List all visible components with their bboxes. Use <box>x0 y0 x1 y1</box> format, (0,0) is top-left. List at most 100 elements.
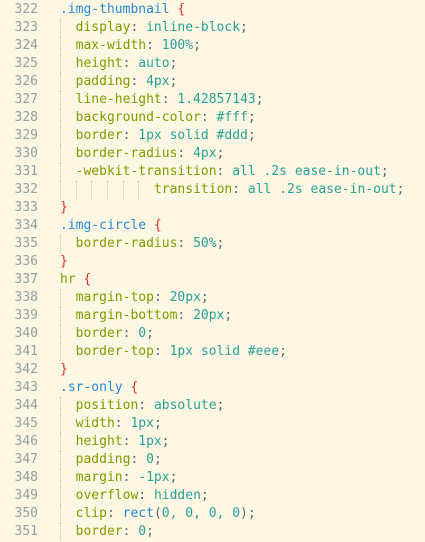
line-number: 326 <box>14 74 38 89</box>
line-number: 345 <box>14 416 38 431</box>
css-value: 1px solid #ddd <box>138 128 248 143</box>
css-punctuation: ; <box>380 164 389 179</box>
line-number: 332 <box>14 182 38 197</box>
code-line[interactable]: 322 .img-thumbnail { <box>0 1 425 19</box>
code-line[interactable]: 336} <box>0 253 425 271</box>
code-text: clip: rect(0, 0, 0, 0); <box>76 505 256 523</box>
line-number: 338 <box>14 290 38 305</box>
code-line[interactable]: 333} <box>0 199 425 217</box>
indent-guide <box>60 487 61 505</box>
code-text: max-width: 100%; <box>76 37 201 55</box>
css-punctuation: : <box>114 416 131 431</box>
css-punctuation: ; <box>193 38 201 53</box>
code-line[interactable]: 328 background-color: #fff; <box>0 109 425 127</box>
code-line[interactable]: 329 border: 1px solid #ddd; <box>0 127 425 145</box>
indent-guide <box>60 73 61 91</box>
code-line[interactable]: 346 height: 1px; <box>0 433 425 451</box>
css-value: 4px <box>193 146 217 161</box>
css-property: margin-top <box>75 290 154 305</box>
css-brace: } <box>60 254 68 269</box>
css-brace: } <box>60 362 68 377</box>
code-text: border-radius: 50%; <box>76 235 225 253</box>
code-line[interactable]: 323 display: inline-block; <box>0 19 425 37</box>
code-text: margin-bottom: 20px; <box>76 307 233 325</box>
line-number: 334 <box>14 218 38 233</box>
css-punctuation: : <box>138 398 154 413</box>
code-line[interactable]: 345 width: 1px; <box>0 415 425 433</box>
code-text: padding: 4px; <box>76 73 178 91</box>
css-function: rect <box>122 506 154 521</box>
css-punctuation: : <box>153 344 170 359</box>
code-line[interactable]: 326 padding: 4px; <box>0 73 425 91</box>
code-line[interactable]: 347 padding: 0; <box>0 451 425 469</box>
code-line[interactable]: 334 .img-circle { <box>0 217 425 235</box>
css-punctuation: : <box>122 524 139 539</box>
code-line[interactable]: 332 transition: all .2s ease-in-out; <box>0 181 425 199</box>
indent-guide <box>60 451 61 469</box>
css-punctuation: : <box>177 236 194 251</box>
css-value: 1.42857143 <box>177 92 256 107</box>
code-line[interactable]: 327 line-height: 1.42857143; <box>0 91 425 109</box>
code-text: padding: 0; <box>76 451 162 469</box>
css-property: padding <box>75 74 131 89</box>
css-property: border-radius <box>75 236 178 251</box>
line-number: 343 <box>14 380 38 395</box>
css-punctuation: : <box>122 434 139 449</box>
css-punctuation: ; <box>146 326 154 341</box>
code-text: border-radius: 4px; <box>76 145 225 163</box>
indent-guide <box>60 289 61 307</box>
indent-guide <box>60 415 61 433</box>
code-text: border: 1px solid #ddd; <box>76 127 256 145</box>
indent-guide <box>60 19 61 37</box>
code-line[interactable]: 340 border: 0; <box>0 325 425 343</box>
indent-guide <box>91 181 93 199</box>
line-number: 350 <box>14 506 38 521</box>
code-line[interactable]: 348 margin: -1px; <box>0 469 425 487</box>
css-punctuation: ; <box>216 146 225 161</box>
code-line[interactable]: 341 border-top: 1px solid #eee; <box>0 343 425 361</box>
code-text: border: 0; <box>76 523 154 541</box>
line-number: 330 <box>14 146 38 161</box>
indent-guide <box>106 181 108 199</box>
css-property: border-top <box>75 344 154 359</box>
code-line[interactable]: 337 hr { <box>0 271 425 289</box>
code-text: width: 1px; <box>76 415 162 433</box>
code-line[interactable]: 325 height: auto; <box>0 55 425 73</box>
code-line[interactable]: 351 border: 0; <box>0 523 425 541</box>
code-line[interactable]: 343 .sr-only { <box>0 379 425 397</box>
css-value: 20px <box>193 308 225 323</box>
code-text: .img-circle { <box>60 217 162 235</box>
code-line[interactable]: 330 border-radius: 4px; <box>0 145 425 163</box>
code-text: display: inline-block; <box>76 19 248 37</box>
code-text: transition: all .2s ease-in-out; <box>154 181 404 199</box>
css-punctuation: ; <box>169 56 178 71</box>
css-punctuation: : <box>216 164 233 179</box>
code-line[interactable]: 338 margin-top: 20px; <box>0 289 425 307</box>
css-property: background-color <box>75 110 201 125</box>
code-line[interactable]: 344 position: absolute; <box>0 397 425 415</box>
code-editor[interactable]: 322 .img-thumbnail {323 display: inline-bl… <box>0 0 425 542</box>
css-punctuation: : <box>146 38 162 53</box>
code-line[interactable]: 324 max-width: 100%; <box>0 37 425 55</box>
code-line[interactable]: 349 overflow: hidden; <box>0 487 425 505</box>
css-punctuation: : <box>153 290 170 305</box>
css-property: height <box>75 56 123 71</box>
indent-guide <box>60 325 61 343</box>
css-punctuation: : <box>161 92 178 107</box>
code-text: line-height: 1.42857143; <box>76 91 264 109</box>
line-number: 340 <box>14 326 38 341</box>
css-punctuation: ; <box>200 488 209 503</box>
css-property: width <box>75 416 115 431</box>
code-line[interactable]: 339 margin-bottom: 20px; <box>0 307 425 325</box>
line-number: 346 <box>14 434 38 449</box>
code-line[interactable]: 331 -webkit-transition: all .2s ease-in-o… <box>0 163 425 181</box>
code-line[interactable]: 342} <box>0 361 425 379</box>
css-punctuation: ; <box>224 308 233 323</box>
code-line[interactable]: 335 border-radius: 50%; <box>0 235 425 253</box>
css-punctuation: ; <box>146 524 154 539</box>
css-value: 4px <box>146 74 170 89</box>
line-number: 347 <box>14 452 38 467</box>
code-line[interactable]: 350 clip: rect(0, 0, 0, 0); <box>0 505 425 523</box>
css-value: 100% <box>161 38 194 53</box>
css-tag-selector: hr <box>60 272 76 287</box>
